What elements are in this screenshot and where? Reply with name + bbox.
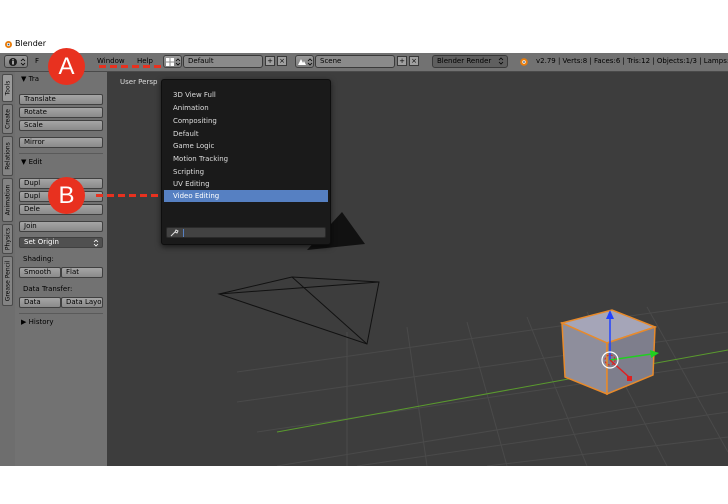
tab-physics-label: Physics <box>4 227 11 251</box>
menu-window[interactable]: Window <box>97 57 125 65</box>
triangle-down-icon: ▼ <box>21 75 27 83</box>
info-header: F Window Help Default + × Scene + × Blen… <box>0 53 728 72</box>
smooth-shading-button[interactable]: Smooth <box>19 267 61 278</box>
chevron-updown-icon <box>307 58 313 66</box>
editor-type-button[interactable] <box>4 55 28 68</box>
mirror-button[interactable]: Mirror <box>19 137 103 148</box>
menu-file[interactable]: F <box>35 57 39 65</box>
chevron-updown-icon <box>93 239 99 247</box>
chevron-updown-icon <box>175 58 181 66</box>
set-origin-select[interactable]: Set Origin <box>19 237 103 248</box>
grid-icon <box>166 58 174 66</box>
toolshelf-panel: ▼ Tra Translate Rotate Scale Mirror ▼ Ed… <box>15 72 107 466</box>
tab-relations[interactable]: Relations <box>2 136 13 176</box>
callout-b-badge: B <box>48 177 85 214</box>
tab-tools-label: Tools <box>4 80 11 96</box>
info-icon <box>9 58 17 66</box>
layout-option-compositing[interactable]: Compositing <box>173 117 217 125</box>
scene-field[interactable]: Scene <box>315 55 395 68</box>
layout-option-video-editing[interactable]: Video Editing <box>164 190 328 202</box>
chevron-updown-icon <box>20 58 26 66</box>
join-button[interactable]: Join <box>19 221 103 232</box>
scene-stats: v2.79 | Verts:8 | Faces:6 | Tris:12 | Ob… <box>536 57 728 65</box>
screen-layout-browse-button[interactable] <box>163 55 182 68</box>
remove-scene-button[interactable]: × <box>409 56 419 66</box>
toolshelf-tabs: Tools Create Relations Animation Physics… <box>0 72 16 466</box>
layout-option-default[interactable]: Default <box>173 130 199 138</box>
chevron-updown-icon <box>498 57 504 65</box>
data-layout-button[interactable]: Data Layo <box>61 297 103 308</box>
translate-button[interactable]: Translate <box>19 94 103 105</box>
add-layout-button[interactable]: + <box>265 56 275 66</box>
scale-button[interactable]: Scale <box>19 120 103 131</box>
history-panel-header[interactable]: ▶ History <box>21 318 54 326</box>
rotate-button[interactable]: Rotate <box>19 107 103 118</box>
layout-option-motion-tracking[interactable]: Motion Tracking <box>173 155 228 163</box>
edit-panel-header[interactable]: ▼ Edit <box>21 158 42 166</box>
history-header-label: History <box>28 318 54 326</box>
layout-option-animation[interactable]: Animation <box>173 104 209 112</box>
layout-search-input[interactable] <box>166 227 326 238</box>
tab-animation[interactable]: Animation <box>2 178 13 222</box>
divider <box>19 313 103 314</box>
triangle-right-icon: ▶ <box>21 318 27 326</box>
set-origin-label: Set Origin <box>24 238 59 246</box>
tab-tools[interactable]: Tools <box>2 74 13 102</box>
window-title-bar: Blender <box>0 36 728 52</box>
menu-help[interactable]: Help <box>137 57 153 65</box>
divider <box>19 153 103 154</box>
tab-relations-label: Relations <box>4 142 11 170</box>
flat-shading-button[interactable]: Flat <box>61 267 103 278</box>
render-engine-value: Blender Render <box>437 57 492 65</box>
callout-a-badge: A <box>48 48 85 85</box>
scene-browse-button[interactable] <box>295 55 314 68</box>
tab-grease-pencil[interactable]: Grease Pencil <box>2 256 13 306</box>
render-engine-select[interactable]: Blender Render <box>432 55 508 68</box>
layout-option-scripting[interactable]: Scripting <box>173 168 204 176</box>
transform-panel-header[interactable]: ▼ Tra <box>21 75 39 83</box>
triangle-down-icon: ▼ <box>21 158 27 166</box>
screen-layout-dropdown: 3D View Full Animation Compositing Defau… <box>161 79 331 245</box>
x-axis-line <box>276 349 728 433</box>
data-transfer-button[interactable]: Data <box>19 297 61 308</box>
tab-create-label: Create <box>4 109 11 129</box>
blender-logo-icon <box>5 41 12 48</box>
transform-header-label: Tra <box>28 75 40 83</box>
callout-a-connector <box>99 65 161 68</box>
text-cursor <box>183 229 184 237</box>
layout-option-game-logic[interactable]: Game Logic <box>173 142 214 150</box>
window-title: Blender <box>15 39 46 48</box>
remove-layout-button[interactable]: × <box>277 56 287 66</box>
add-scene-button[interactable]: + <box>397 56 407 66</box>
data-transfer-label: Data Transfer: <box>23 285 73 293</box>
layout-option-3d-view-full[interactable]: 3D View Full <box>173 91 216 99</box>
scene-icon <box>298 59 306 65</box>
tab-animation-label: Animation <box>4 184 11 216</box>
shading-label: Shading: <box>23 255 54 263</box>
screen-layout-field[interactable]: Default <box>183 55 263 68</box>
tab-physics[interactable]: Physics <box>2 224 13 254</box>
tab-grease-pencil-label: Grease Pencil <box>4 260 11 302</box>
edit-header-label: Edit <box>28 158 43 166</box>
layout-option-uv-editing[interactable]: UV Editing <box>173 180 210 188</box>
wrench-icon <box>170 229 179 237</box>
blender-logo-icon <box>520 58 528 66</box>
callout-b-connector <box>96 194 162 197</box>
tab-create[interactable]: Create <box>2 104 13 134</box>
